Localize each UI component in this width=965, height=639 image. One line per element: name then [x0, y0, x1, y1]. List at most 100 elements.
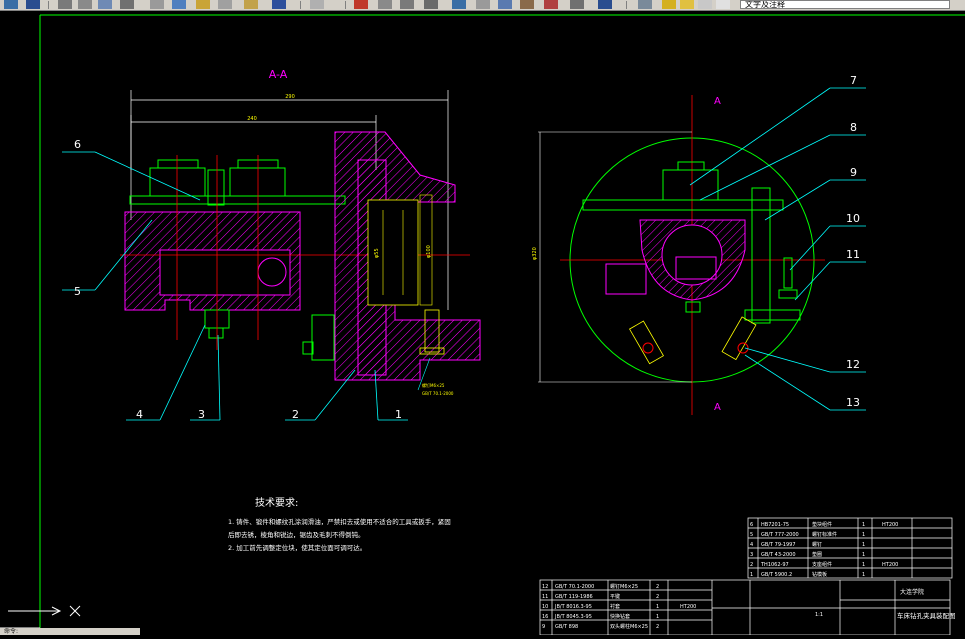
- bom-row-number: 2: [750, 562, 753, 568]
- save-icon[interactable]: [26, 0, 40, 9]
- bom-row-code: GB/T 119-1986: [555, 594, 593, 600]
- bom-right-rows: 6 HB7201-75 垫块组件 1 HT200 5 GB/T 777-2000 螺钉标准件 1…: [750, 521, 898, 578]
- bom-row-name: 螺钉M6×25: [610, 583, 638, 590]
- redo-icon[interactable]: [244, 0, 258, 9]
- bom-row-quantity: 1: [862, 552, 865, 558]
- bom-row-code: GB/T 43-2000: [761, 552, 796, 558]
- dimension-inner: 240: [247, 116, 257, 122]
- bom-row-code: GB/T 70.1-2000: [555, 584, 594, 590]
- bom-row-quantity: 1: [656, 614, 659, 620]
- layer-dropdown[interactable]: 文字及注释: [740, 0, 950, 9]
- toolbar-separator: [48, 1, 49, 9]
- bom-row-number: 1: [750, 572, 753, 578]
- balloon-12: 12: [846, 358, 860, 371]
- bom-row-name: 垫块组件: [812, 521, 832, 528]
- zoom-out-icon[interactable]: [424, 0, 438, 9]
- balloon-13: 13: [846, 396, 860, 409]
- bom-row-number: 5: [750, 532, 753, 538]
- tool-palettes-icon[interactable]: [520, 0, 534, 9]
- help-icon[interactable]: [598, 0, 612, 9]
- balloon-6: 6: [74, 138, 81, 151]
- bom-row-quantity: 2: [656, 594, 659, 600]
- bom-row-number: 10: [542, 604, 548, 610]
- tech-req-line-2: 后即去锈，棱角和锐边，锯齿及毛刺不得倒钝。: [228, 530, 365, 539]
- new-icon[interactable]: [4, 0, 18, 9]
- toolbar-separator: [626, 1, 627, 9]
- dimension-diameter-right: φ100: [426, 245, 432, 258]
- screw-note: 螺钉M6×25: [422, 382, 445, 388]
- tech-req-line-3: 2. 加工前先调整定位块，使其定位面可调可达。: [228, 543, 366, 552]
- bom-row-quantity: 1: [862, 542, 865, 548]
- bom-row-code: GB/T 777-2000: [761, 532, 799, 538]
- text-style-icon[interactable]: [452, 0, 466, 9]
- toolbar-separator: [345, 1, 346, 9]
- bom-row-name: 快换钻套: [610, 613, 630, 620]
- dimension-diameter-left: φ55: [374, 248, 380, 258]
- calculator-icon[interactable]: [570, 0, 584, 9]
- zoom-extents-icon[interactable]: [400, 0, 414, 9]
- bom-row-number: 6: [750, 522, 753, 528]
- tech-req-line-1: 1. 铸件、锻件和螺纹孔涂润滑油，严禁扣去或使用不适合的工具或扳手，紧固: [228, 517, 451, 526]
- bom-row-number: 16: [542, 614, 548, 620]
- balloon-11: 11: [846, 248, 860, 261]
- zoom-previous-icon[interactable]: [378, 0, 392, 9]
- bom-row-code: JB/T 8045.3-95: [554, 614, 592, 620]
- drawing-canvas[interactable]: A-A 290 240 φ55 φ100 螺钉M6×25 GB/T 70.1-2…: [0, 10, 965, 636]
- preview-icon[interactable]: [78, 0, 92, 9]
- bom-row-name: 钻模板: [812, 571, 827, 578]
- balloon-3: 3: [198, 408, 205, 421]
- title-block-company: 大连学院: [900, 588, 924, 596]
- bom-row-quantity: 1: [862, 532, 865, 538]
- bom-row-name: 支座组件: [812, 561, 832, 568]
- publish-icon[interactable]: [98, 0, 112, 9]
- match-properties-icon[interactable]: [196, 0, 210, 9]
- bom-row-code: JB/T 8016.3-95: [554, 604, 592, 610]
- bom-row-name: 螺钉: [812, 541, 822, 548]
- layer-freeze-icon[interactable]: [680, 0, 694, 9]
- bom-row-name: 垫圈: [812, 551, 822, 558]
- bom-row-code: HB7201-75: [761, 522, 789, 528]
- zoom-window-icon[interactable]: [354, 0, 368, 9]
- layer-manager-icon[interactable]: [638, 0, 652, 9]
- title-block-scale: 1:1: [815, 612, 823, 618]
- bom-row-material: HT200: [680, 604, 696, 610]
- bom-row-code: GB/T 5900.2: [761, 572, 792, 578]
- layer-color-icon[interactable]: [716, 0, 730, 9]
- paste-icon[interactable]: [172, 0, 186, 9]
- bom-row-quantity: 1: [862, 562, 865, 568]
- undo-icon[interactable]: [218, 0, 232, 9]
- section-mark-top: A: [714, 96, 721, 107]
- bom-row-number: 12: [542, 584, 548, 590]
- bom-row-quantity: 1: [862, 572, 865, 578]
- print-icon[interactable]: [58, 0, 72, 9]
- properties-icon[interactable]: [476, 0, 490, 9]
- layer-lock-icon[interactable]: [698, 0, 712, 9]
- bom-row-number: 11: [542, 594, 548, 600]
- bom-row-name: 衬套: [610, 603, 620, 610]
- command-line[interactable]: 命令:: [0, 628, 140, 635]
- bom-row-quantity: 2: [656, 624, 659, 630]
- bom-row-quantity: 1: [862, 522, 865, 528]
- copy-icon[interactable]: [150, 0, 164, 9]
- zoom-realtime-icon[interactable]: [310, 0, 324, 9]
- title-block-drawing-name: 车床钻孔夹具装配图: [897, 611, 956, 620]
- layer-on-icon[interactable]: [662, 0, 676, 9]
- design-center-icon[interactable]: [498, 0, 512, 9]
- balloon-1: 1: [395, 408, 402, 421]
- markup-icon[interactable]: [544, 0, 558, 9]
- pan-icon[interactable]: [272, 0, 286, 9]
- bom-row-code: TH1062-97: [760, 562, 789, 568]
- bom-row-material: HT200: [882, 522, 898, 528]
- screw-standard-note: GB/T 70.1-2000: [422, 391, 454, 396]
- bom-row-name: 双头螺柱M6×25: [610, 623, 648, 630]
- dimension-overall: 290: [285, 94, 295, 100]
- bom-row-number: 9: [542, 624, 545, 630]
- section-label: A-A: [269, 68, 288, 81]
- ucs-icon: [8, 605, 81, 617]
- bom-row-code: GB/T 79-1997: [761, 542, 796, 548]
- cut-icon[interactable]: [120, 0, 134, 9]
- bom-row-number: 3: [750, 552, 753, 558]
- balloon-7: 7: [850, 74, 857, 87]
- bom-table-bottom: [539, 579, 951, 636]
- bom-row-code: GB/T 898: [555, 624, 578, 630]
